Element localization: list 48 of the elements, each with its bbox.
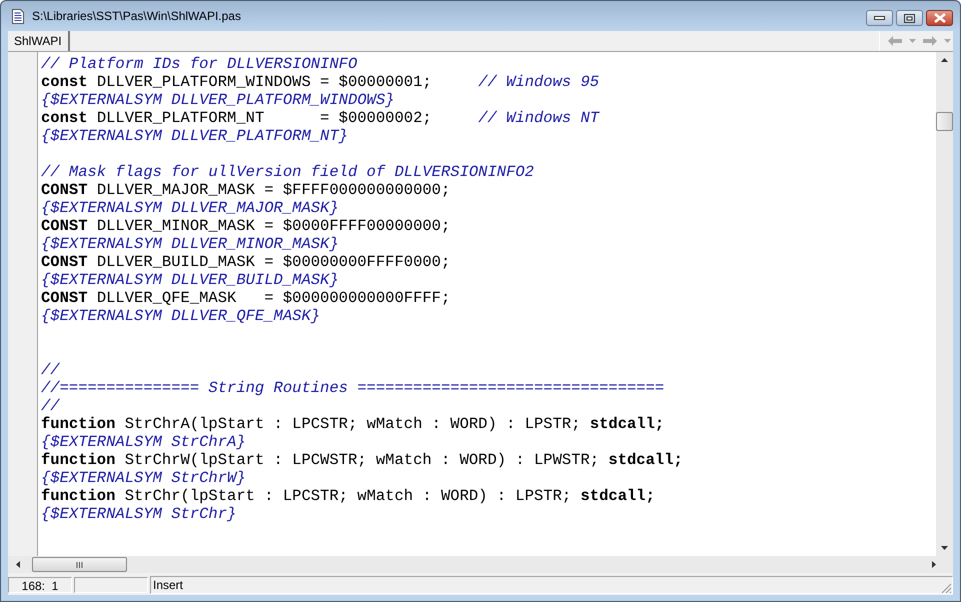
scroll-right-icon[interactable]: [932, 561, 936, 568]
code-comment: {$EXTERNALSYM DLLVER_BUILD_MASK}: [41, 271, 340, 289]
scrollbar-thumb[interactable]: [936, 112, 953, 131]
window-title: S:\Libraries\SST\Pas\Win\ShlWAPI.pas: [32, 9, 242, 23]
scroll-up-icon[interactable]: [941, 58, 948, 62]
code-comment: {$EXTERNALSYM StrChr}: [41, 505, 238, 523]
code-line: const DLLVER_PLATFORM_NT = $00000002; // Windows NT: [41, 109, 600, 127]
dropdown-caret-icon[interactable]: [944, 39, 951, 43]
code-comment: {$EXTERNALSYM DLLVER_QFE_MASK}: [41, 307, 322, 325]
cursor-position: 168: 1: [8, 577, 72, 593]
horizontal-scrollbar[interactable]: [8, 556, 953, 573]
code-line: CONST DLLVER_MINOR_MASK = $0000FFFF00000000;: [41, 217, 452, 235]
code-line: function StrChrA(lpStart : LPCSTR; wMatch : WORD) : LPSTR; stdcall;: [41, 415, 666, 433]
resize-grip-icon[interactable]: [941, 583, 952, 594]
close-icon: [932, 13, 946, 23]
code-line: CONST DLLVER_QFE_MASK = $000000000000FFFF;: [41, 289, 452, 307]
minimize-icon: [874, 16, 885, 20]
code-comment: //=============== String Routines =================================: [41, 379, 666, 397]
grip-icon: [76, 562, 83, 568]
code-comment: {$EXTERNALSYM DLLVER_PLATFORM_WINDOWS}: [41, 91, 396, 109]
dropdown-caret-icon[interactable]: [909, 39, 916, 43]
code-line: function StrChrW(lpStart : LPCWSTR; wMatch : WORD) : LPWSTR; stdcall;: [41, 451, 684, 469]
maximize-button[interactable]: [896, 10, 923, 26]
edit-mode: Insert: [150, 576, 953, 594]
scroll-left-icon[interactable]: [16, 561, 20, 568]
document-icon: [12, 8, 24, 24]
close-button[interactable]: [926, 10, 953, 26]
code-comment: // Platform IDs for DLLVERSIONINFO: [41, 55, 358, 73]
code-comment: {$EXTERNALSYM DLLVER_MAJOR_MASK}: [41, 199, 340, 217]
code-comment: {$EXTERNALSYM DLLVER_MINOR_MASK}: [41, 235, 340, 253]
code-comment: {$EXTERNALSYM StrChrA}: [41, 433, 247, 451]
code-comment: {$EXTERNALSYM DLLVER_PLATFORM_NT}: [41, 127, 349, 145]
code-line: CONST DLLVER_BUILD_MASK = $00000000FFFF0000;: [41, 253, 452, 271]
code-line: const DLLVER_PLATFORM_WINDOWS = $00000001; // Windows 95: [41, 73, 600, 91]
maximize-icon: [904, 14, 915, 22]
code-comment: {$EXTERNALSYM StrChrW}: [41, 469, 247, 487]
code-line: CONST DLLVER_MAJOR_MASK = $FFFF000000000000;: [41, 181, 452, 199]
code-comment: //: [41, 361, 61, 379]
back-arrow-icon[interactable]: [888, 36, 902, 46]
minimize-button[interactable]: [866, 10, 893, 26]
code-comment: // Mask flags for ullVersion field of DLLVERSIONINFO2: [41, 163, 535, 181]
forward-arrow-icon[interactable]: [923, 36, 937, 46]
scroll-down-icon[interactable]: [941, 546, 948, 550]
code-line: function StrChr(lpStart : LPCSTR; wMatch : WORD) : LPSTR; stdcall;: [41, 487, 656, 505]
vertical-scrollbar[interactable]: [936, 52, 953, 556]
code-editor[interactable]: [38, 52, 936, 556]
scrollbar-thumb[interactable]: [32, 557, 127, 572]
code-comment: //: [41, 397, 61, 415]
